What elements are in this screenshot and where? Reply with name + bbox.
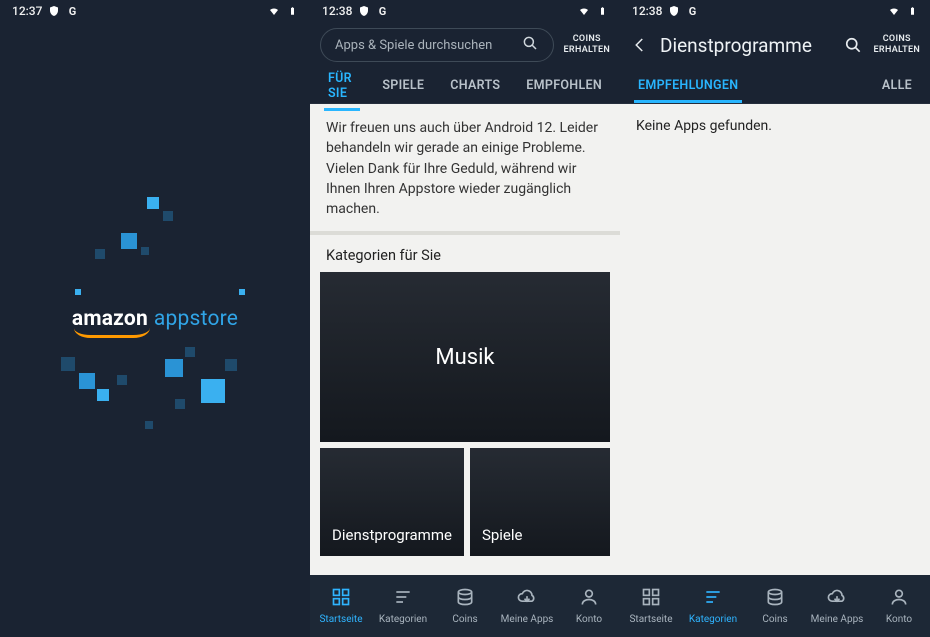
- home-icon: [641, 587, 661, 610]
- tabstrip-right: EMPFEHLUNGEN ALLE: [620, 68, 930, 104]
- coins-link[interactable]: COINS ERHALTEN: [564, 34, 610, 56]
- tab-fuer-sie[interactable]: FÜR SIE: [326, 62, 358, 110]
- nav-meine-apps[interactable]: Meine Apps: [496, 575, 558, 637]
- status-bar-mid: 12:38 G: [310, 0, 620, 22]
- battery-icon: [596, 5, 608, 17]
- coins-icon: [765, 587, 785, 610]
- info-message: Wir freuen uns auch über Android 12. Lei…: [310, 104, 620, 229]
- nav-konto[interactable]: Konto: [558, 575, 620, 637]
- page-title: Dienstprogramme: [660, 34, 832, 57]
- decorative-pixels: amazon appstore: [25, 189, 285, 449]
- wifi-icon: [578, 5, 590, 17]
- nav-coins[interactable]: Coins: [744, 575, 806, 637]
- search-button[interactable]: [842, 34, 864, 56]
- nav-startseite[interactable]: Startseite: [310, 575, 372, 637]
- search-input[interactable]: Apps & Spiele durchsuchen: [320, 28, 554, 62]
- tab-spiele[interactable]: SPIELE: [380, 69, 426, 102]
- tab-empfohlen[interactable]: EMPFOHLEN: [524, 69, 604, 102]
- nav-startseite[interactable]: Startseite: [620, 575, 682, 637]
- back-button[interactable]: [630, 35, 650, 55]
- home-icon: [331, 587, 351, 610]
- account-icon: [889, 587, 909, 610]
- search-icon: [521, 34, 539, 56]
- divider: [310, 231, 620, 235]
- wifi-icon: [888, 5, 900, 17]
- empty-state: Keine Apps gefunden.: [636, 118, 914, 134]
- tabstrip-mid: FÜR SIE SPIELE CHARTS EMPFOHLEN: [310, 68, 620, 104]
- categories-icon: [703, 587, 723, 610]
- nav-kategorien[interactable]: Kategorien: [682, 575, 744, 637]
- category-tile-musik[interactable]: Musik: [320, 272, 610, 442]
- categories-icon: [393, 587, 413, 610]
- account-icon: [579, 587, 599, 610]
- g-badge-icon: G: [686, 5, 698, 17]
- amazon-appstore-logo: amazon appstore: [72, 307, 238, 331]
- appstore-splash: amazon appstore: [0, 0, 310, 637]
- tab-empfehlungen[interactable]: EMPFEHLUNGEN: [636, 69, 740, 102]
- status-bar-right: 12:38 G: [620, 0, 930, 22]
- tab-charts[interactable]: CHARTS: [448, 69, 502, 102]
- bottom-nav: Startseite Kategorien Coins Meine Apps K…: [310, 575, 930, 637]
- cloud-download-icon: [517, 587, 537, 610]
- clock: 12:38: [632, 4, 662, 18]
- shield-icon: [668, 5, 680, 17]
- category-tile-dienstprogramme[interactable]: Dienstprogramme: [320, 448, 464, 556]
- logo-amazon: amazon: [72, 307, 148, 331]
- logo-appstore: appstore: [154, 307, 238, 331]
- categories-heading: Kategorien für Sie: [310, 243, 620, 272]
- category-tile-spiele[interactable]: Spiele: [470, 448, 610, 556]
- nav-meine-apps[interactable]: Meine Apps: [806, 575, 868, 637]
- clock: 12:38: [322, 4, 352, 18]
- tab-alle[interactable]: ALLE: [880, 69, 914, 102]
- search-placeholder: Apps & Spiele durchsuchen: [335, 38, 492, 53]
- battery-icon: [906, 5, 918, 17]
- coins-icon: [455, 587, 475, 610]
- nav-konto[interactable]: Konto: [868, 575, 930, 637]
- shield-icon: [358, 5, 370, 17]
- cloud-download-icon: [827, 587, 847, 610]
- coins-link[interactable]: COINS ERHALTEN: [874, 34, 920, 56]
- nav-coins[interactable]: Coins: [434, 575, 496, 637]
- nav-kategorien[interactable]: Kategorien: [372, 575, 434, 637]
- g-badge-icon: G: [376, 5, 388, 17]
